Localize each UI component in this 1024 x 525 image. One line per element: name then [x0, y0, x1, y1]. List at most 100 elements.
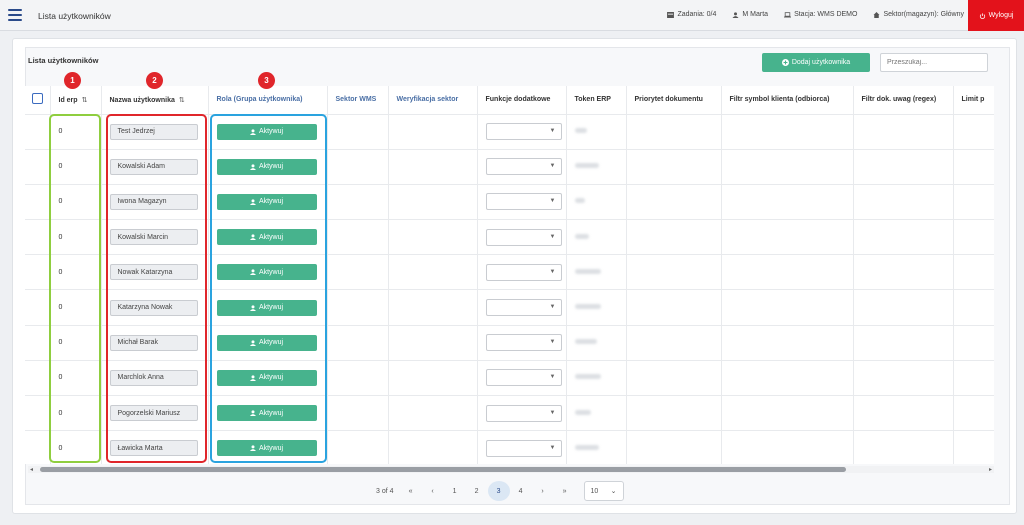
username-field[interactable]: Katarzyna Nowak — [109, 299, 198, 316]
username-field[interactable]: Test Jedrzej — [109, 123, 198, 140]
client-filter-cell — [721, 184, 854, 221]
page-2-button[interactable]: 2 — [466, 481, 488, 501]
role-cell: Aktywuj — [208, 395, 328, 432]
table-row[interactable]: 0 Pogorzelski Mariusz Aktywuj ▼ — [25, 395, 994, 432]
verification-cell — [388, 360, 478, 397]
header-token[interactable]: Token ERP — [566, 86, 627, 115]
menu-icon[interactable] — [8, 9, 22, 21]
logout-button[interactable]: Wyloguj — [968, 0, 1024, 31]
name-cell: Katarzyna Nowak — [101, 289, 209, 326]
table-row[interactable]: 0 Nowak Katarzyna Aktywuj ▼ — [25, 254, 994, 291]
header-verification[interactable]: Weryfikacja sektor — [388, 86, 478, 115]
functions-select[interactable]: ▼ — [485, 193, 562, 211]
page-1-button[interactable]: 1 — [444, 481, 466, 501]
limit-cell — [953, 395, 994, 432]
activate-button[interactable]: Aktywuj — [216, 440, 317, 457]
table-row[interactable]: 0 Marchlok Anna Aktywuj ▼ — [25, 360, 994, 397]
id-erp-cell: 0 — [50, 430, 102, 464]
sort-icon[interactable]: ⇅ — [82, 97, 88, 104]
username-field[interactable]: Iwona Magazyn — [109, 193, 198, 210]
verification-cell — [388, 254, 478, 291]
functions-select[interactable]: ▼ — [485, 369, 562, 387]
scrollbar-thumb[interactable] — [40, 467, 846, 472]
tasks-indicator[interactable]: Zadania: 0/4 — [667, 11, 716, 18]
limit-cell — [953, 184, 994, 221]
header-limit[interactable]: Limit p — [953, 86, 994, 115]
add-user-button[interactable]: Dodaj użytkownika — [762, 53, 870, 72]
role-cell: Aktywuj — [208, 254, 328, 291]
client-filter-cell — [721, 360, 854, 397]
name-cell: Marchlok Anna — [101, 360, 209, 397]
functions-select[interactable]: ▼ — [485, 123, 562, 141]
annotation-badge-1: 1 — [64, 72, 81, 89]
name-cell: Iwona Magazyn — [101, 184, 209, 221]
prev-page-button[interactable]: ‹ — [422, 481, 444, 501]
activate-button[interactable]: Aktywuj — [216, 334, 317, 351]
functions-select[interactable]: ▼ — [485, 299, 562, 317]
functions-select[interactable]: ▼ — [485, 228, 562, 246]
username-field[interactable]: Ławicka Marta — [109, 440, 198, 457]
header-role[interactable]: Rola (Grupa użytkownika) — [208, 86, 328, 115]
per-page-select[interactable]: 10 ⌄ — [583, 481, 624, 501]
functions-select[interactable]: ▼ — [485, 439, 562, 457]
activate-label: Aktywuj — [258, 163, 284, 171]
header-id-erp[interactable]: Id erp ⇅ — [50, 86, 102, 115]
header-name[interactable]: Nazwa użytkownika ⇅ — [101, 86, 209, 115]
name-cell: Michał Barak — [101, 325, 209, 361]
table-row[interactable]: 0 Test Jedrzej Aktywuj ▼ — [25, 114, 994, 150]
next-page-button[interactable]: › — [532, 481, 554, 501]
station-indicator[interactable]: Stacja: WMS DEMO — [784, 11, 857, 18]
token-cell — [566, 149, 627, 185]
sector-indicator[interactable]: Sektor(magazyn): Główny — [873, 11, 964, 18]
header-sector-wms[interactable]: Sektor WMS — [327, 86, 389, 115]
functions-select[interactable]: ▼ — [485, 158, 562, 176]
username-field[interactable]: Michał Barak — [109, 334, 198, 351]
header-notes-filter[interactable]: Filtr dok. uwag (regex) — [853, 86, 954, 115]
table-row[interactable]: 0 Kowalski Marcin Aktywuj ▼ — [25, 219, 994, 256]
activate-button[interactable]: Aktywuj — [216, 193, 317, 210]
activate-button[interactable]: Aktywuj — [216, 264, 317, 281]
username-field[interactable]: Marchlok Anna — [109, 369, 198, 386]
functions-select[interactable]: ▼ — [485, 404, 562, 422]
username-field[interactable]: Nowak Katarzyna — [109, 264, 198, 281]
activate-button[interactable]: Aktywuj — [216, 299, 317, 316]
functions-cell: ▼ — [477, 254, 567, 291]
page-4-button[interactable]: 4 — [510, 481, 532, 501]
role-cell: Aktywuj — [208, 430, 328, 464]
notes-filter-cell — [853, 219, 954, 256]
functions-select[interactable]: ▼ — [485, 263, 562, 281]
sort-icon[interactable]: ⇅ — [179, 97, 185, 104]
table-row[interactable]: 0 Iwona Magazyn Aktywuj ▼ — [25, 184, 994, 221]
scroll-right-icon[interactable]: ▸ — [989, 466, 992, 473]
table-row[interactable]: 0 Katarzyna Nowak Aktywuj ▼ — [25, 289, 994, 326]
activate-button[interactable]: Aktywuj — [216, 405, 317, 422]
header-functions[interactable]: Funkcje dodatkowe — [477, 86, 567, 115]
last-page-button[interactable]: » — [554, 481, 576, 501]
search-input[interactable] — [880, 53, 988, 72]
username-field[interactable]: Pogorzelski Mariusz — [109, 405, 198, 422]
token-cell — [566, 114, 627, 150]
activate-button[interactable]: Aktywuj — [216, 123, 317, 140]
functions-select[interactable]: ▼ — [485, 334, 562, 352]
priority-cell — [626, 360, 722, 397]
logout-label: Wyloguj — [988, 12, 1014, 19]
user-indicator[interactable]: M Marta — [732, 11, 768, 18]
table-row[interactable]: 0 Ławicka Marta Aktywuj ▼ — [25, 430, 994, 464]
functions-cell: ▼ — [477, 149, 567, 185]
horizontal-scrollbar[interactable]: ◂ ▸ — [28, 466, 994, 473]
username-field[interactable]: Kowalski Adam — [109, 158, 198, 175]
scroll-left-icon[interactable]: ◂ — [30, 466, 33, 473]
activate-label: Aktywuj — [258, 444, 284, 452]
activate-button[interactable]: Aktywuj — [216, 158, 317, 175]
header-client-filter[interactable]: Filtr symbol klienta (odbiorca) — [721, 86, 854, 115]
page-3-button[interactable]: 3 — [487, 481, 510, 501]
table-row[interactable]: 0 Michał Barak Aktywuj ▼ — [25, 325, 994, 361]
header-priority[interactable]: Priorytet dokumentu — [626, 86, 722, 115]
table-row[interactable]: 0 Kowalski Adam Aktywuj ▼ — [25, 149, 994, 185]
activate-button[interactable]: Aktywuj — [216, 229, 317, 246]
select-all-checkbox[interactable] — [32, 93, 43, 105]
username-field[interactable]: Kowalski Marcin — [109, 229, 198, 246]
first-page-button[interactable]: « — [400, 481, 422, 501]
user-icon — [249, 234, 256, 241]
activate-button[interactable]: Aktywuj — [216, 369, 317, 386]
